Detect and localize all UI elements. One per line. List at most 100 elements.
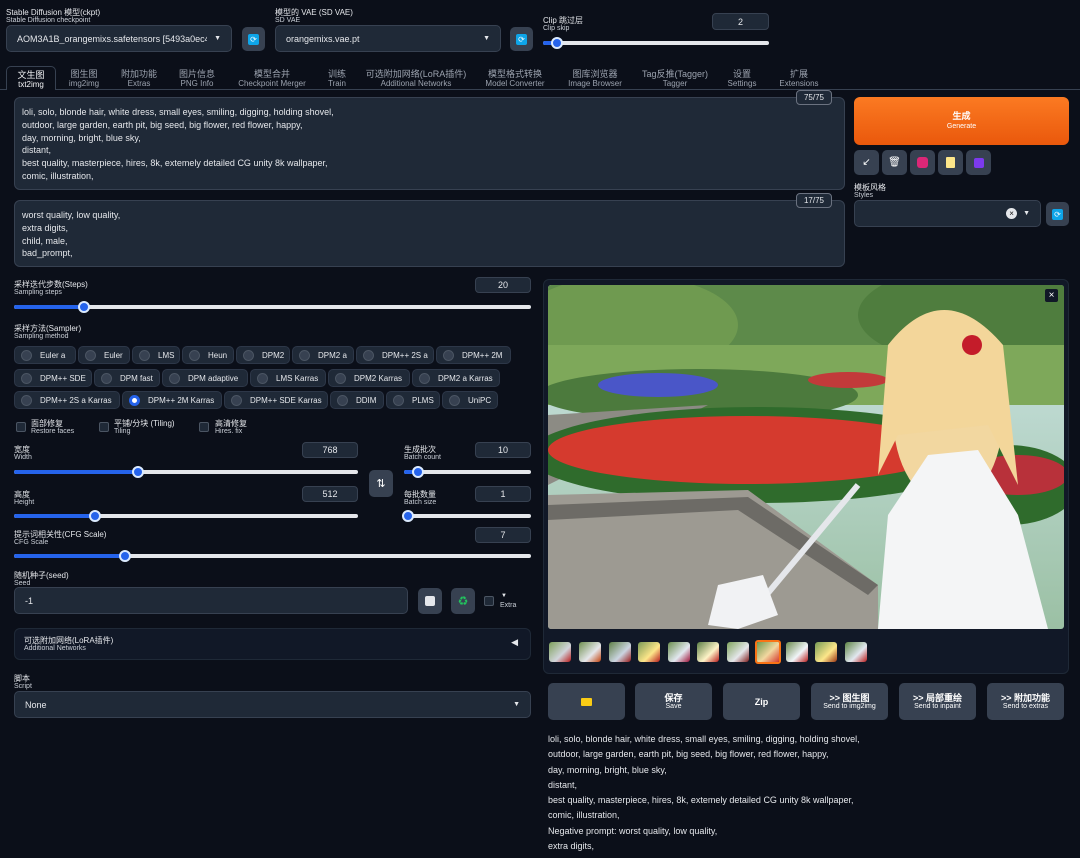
height-value[interactable]: 512 — [302, 486, 358, 502]
additional-networks-label-en: Additional Networks — [24, 645, 86, 652]
gallery-thumbnail[interactable] — [845, 642, 867, 662]
sampler-dpmpp-2m-karras[interactable]: DPM++ 2M Karras — [122, 391, 222, 409]
clear-icon[interactable]: × — [1006, 208, 1018, 219]
sampler-lms-karras[interactable]: LMS Karras — [250, 369, 326, 387]
ckpt-dropdown[interactable]: AOM3A1B_orangemixs.safetensors [5493a0ec… — [6, 25, 232, 52]
save-button[interactable]: 保存 Save — [635, 683, 712, 720]
clear-prompt-button[interactable]: 🗑 — [882, 150, 907, 175]
tab-settings[interactable]: 设置 Settings — [720, 66, 764, 88]
gallery-thumbnail-selected[interactable] — [755, 640, 781, 664]
swap-dimensions-button[interactable]: ⇅ — [369, 470, 393, 497]
clip-skip-value[interactable]: 2 — [712, 13, 769, 30]
sampler-ddim[interactable]: DDIM — [330, 391, 384, 409]
tiling-checkbox[interactable] — [99, 422, 109, 432]
save-style-button[interactable] — [966, 150, 991, 175]
send-to-inpaint-button[interactable]: >> 局部重绘 Send to inpaint — [899, 683, 976, 720]
vae-dropdown[interactable]: orangemixs.vae.pt ▼ — [275, 25, 501, 52]
slider-thumb[interactable] — [401, 510, 414, 522]
batch-size-slider[interactable] — [401, 510, 531, 522]
send-to-img2img-button[interactable]: >> 图生图 Send to img2img — [811, 683, 888, 720]
sampler-dpm-fast[interactable]: DPM fast — [94, 369, 160, 387]
extra-toggle-icon[interactable]: ▼ — [501, 593, 507, 599]
cfg-slider[interactable] — [14, 550, 531, 562]
apply-style-button[interactable] — [938, 150, 963, 175]
batch-count-slider[interactable] — [404, 466, 531, 478]
batch-count-value[interactable]: 10 — [475, 442, 531, 458]
slider-thumb[interactable] — [77, 301, 90, 313]
sampler-plms[interactable]: PLMS — [386, 391, 440, 409]
random-seed-button[interactable] — [418, 588, 442, 614]
extra-seed-checkbox[interactable] — [484, 596, 494, 606]
generated-image[interactable] — [548, 285, 1064, 629]
gallery-thumbnail[interactable] — [668, 642, 690, 662]
gallery-thumbnail[interactable] — [549, 642, 571, 662]
batch-size-label-cn: 每批数量 — [404, 490, 436, 499]
zip-button[interactable]: Zip — [723, 683, 800, 720]
sampler-lms[interactable]: LMS — [132, 346, 180, 364]
width-value[interactable]: 768 — [302, 442, 358, 458]
read-params-button[interactable]: ↙ — [854, 150, 879, 175]
batch-size-value[interactable]: 1 — [475, 486, 531, 502]
gallery-thumbnail[interactable] — [815, 642, 837, 662]
gallery-thumbnail[interactable] — [638, 642, 660, 662]
sampler-dpm2-a-karras[interactable]: DPM2 a Karras — [412, 369, 500, 387]
sampler-dpm2-a[interactable]: DPM2 a — [292, 346, 354, 364]
sampler-dpmpp-sde[interactable]: DPM++ SDE — [14, 369, 92, 387]
clip-skip-slider[interactable] — [543, 37, 769, 49]
slider-thumb[interactable] — [119, 550, 132, 562]
tab-img2img[interactable]: 图生图 img2img — [62, 66, 106, 88]
tab-model-converter[interactable]: 模型格式转换 Model Converter — [478, 66, 552, 88]
sampler-dpmpp-2s-a-karras[interactable]: DPM++ 2S a Karras — [14, 391, 120, 409]
close-image-icon[interactable]: × — [1045, 289, 1058, 302]
steps-slider[interactable] — [14, 301, 531, 313]
sampler-dpmpp-2m[interactable]: DPM++ 2M — [436, 346, 511, 364]
sampler-unipc[interactable]: UniPC — [442, 391, 498, 409]
sampler-dpmpp-2s-a[interactable]: DPM++ 2S a — [356, 346, 434, 364]
tab-png-info[interactable]: 图片信息 PNG Info — [172, 66, 222, 88]
refresh-vae-button[interactable]: ⟳ — [510, 27, 533, 51]
hires-fix-checkbox[interactable] — [199, 422, 209, 432]
height-slider[interactable] — [14, 510, 358, 522]
prompt-textarea[interactable]: loli, solo, blonde hair, white dress, sm… — [14, 97, 845, 190]
send-to-extras-button[interactable]: >> 附加功能 Send to extras — [987, 683, 1064, 720]
sampler-dpm2-karras[interactable]: DPM2 Karras — [328, 369, 410, 387]
tab-additional-networks[interactable]: 可选附加网络(LoRA插件) Additional Networks — [362, 66, 470, 88]
refresh-styles-button[interactable]: ⟳ — [1046, 202, 1069, 226]
open-folder-button[interactable] — [548, 683, 625, 720]
gallery-thumbnail[interactable] — [609, 642, 631, 662]
negative-prompt-textarea[interactable]: worst quality, low quality, extra digits,… — [14, 200, 845, 267]
tab-checkpoint-merger[interactable]: 模型合并 Checkpoint Merger — [232, 66, 312, 88]
gallery-thumbnail[interactable] — [727, 642, 749, 662]
tab-extensions[interactable]: 扩展 Extensions — [772, 66, 826, 88]
width-slider[interactable] — [14, 466, 358, 478]
tab-txt2img[interactable]: 文生图 txt2img — [6, 66, 56, 90]
restore-faces-checkbox[interactable] — [16, 422, 26, 432]
tab-tagger[interactable]: Tag反推(Tagger) Tagger — [638, 66, 712, 88]
sampler-heun[interactable]: Heun — [182, 346, 234, 364]
gallery-thumbnail[interactable] — [697, 642, 719, 662]
cfg-value[interactable]: 7 — [475, 527, 531, 543]
sampler-dpm-adaptive[interactable]: DPM adaptive — [162, 369, 248, 387]
seed-input[interactable]: -1 — [14, 587, 408, 614]
gallery-thumbnail[interactable] — [579, 642, 601, 662]
extra-networks-button[interactable] — [910, 150, 935, 175]
tab-extras[interactable]: 附加功能 Extras — [114, 66, 164, 88]
gallery-thumbnail[interactable] — [786, 642, 808, 662]
slider-thumb[interactable] — [411, 466, 424, 478]
sampler-dpmpp-sde-karras[interactable]: DPM++ SDE Karras — [224, 391, 328, 409]
sampler-euler-a[interactable]: Euler a — [14, 346, 76, 364]
slider-thumb[interactable] — [550, 37, 563, 49]
script-dropdown[interactable]: None ▼ — [14, 691, 531, 718]
reuse-seed-button[interactable]: ♻ — [451, 588, 475, 614]
slider-thumb[interactable] — [88, 510, 101, 522]
sampler-dpm2[interactable]: DPM2 — [236, 346, 290, 364]
tab-train[interactable]: 训练 Train — [318, 66, 356, 88]
additional-networks-accordion[interactable]: 可选附加网络(LoRA插件) Additional Networks ◀ — [14, 628, 531, 660]
refresh-ckpt-button[interactable]: ⟳ — [242, 27, 265, 51]
tab-image-browser[interactable]: 图库浏览器 Image Browser — [560, 66, 630, 88]
steps-value[interactable]: 20 — [475, 277, 531, 293]
slider-thumb[interactable] — [131, 466, 144, 478]
generate-button[interactable]: 生成 Generate — [854, 97, 1069, 145]
sampler-euler[interactable]: Euler — [78, 346, 130, 364]
styles-dropdown[interactable]: × ▼ — [854, 200, 1041, 227]
